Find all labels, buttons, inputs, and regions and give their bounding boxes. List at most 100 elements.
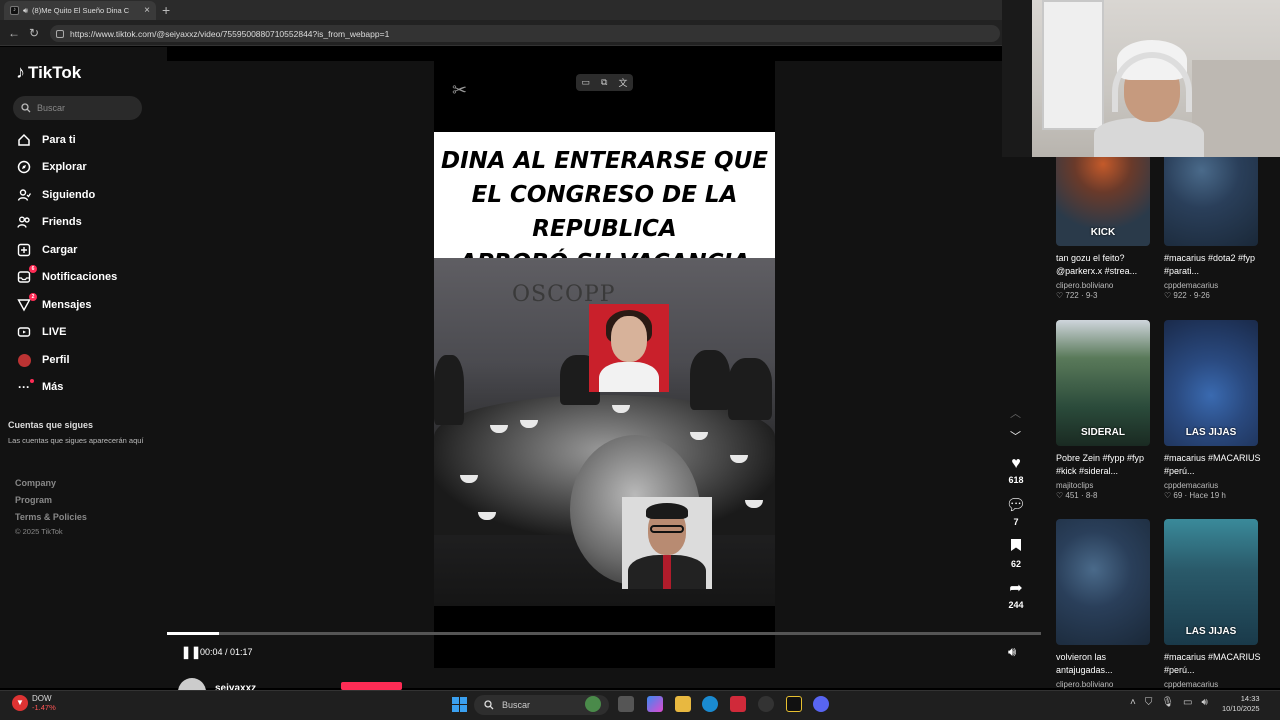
comment-icon: 💬︎ bbox=[1005, 497, 1027, 514]
speaker-icon[interactable]: 🔊︎ bbox=[1202, 697, 1208, 708]
stock-widget[interactable]: ▼ DOW -1.47% bbox=[12, 694, 56, 712]
new-tab-button[interactable]: + bbox=[162, 2, 170, 18]
recommendation-author[interactable]: clipero.boliviano bbox=[1056, 680, 1154, 689]
clock-time: 14:33 bbox=[1240, 694, 1260, 703]
screenshot-icon[interactable]: ⧉ bbox=[601, 77, 607, 88]
taskbar-clock[interactable]: 14:33 10/10/2025 bbox=[1222, 694, 1260, 714]
volume-icon[interactable]: 🔊︎ bbox=[1008, 644, 1016, 660]
recommendation-author[interactable]: cppdemacarius bbox=[1164, 281, 1262, 290]
thumbnail-label: LAS JIJAS bbox=[1185, 427, 1237, 438]
footer-link-company[interactable]: Company bbox=[15, 478, 56, 488]
follow-button[interactable] bbox=[341, 682, 402, 690]
recommendation-thumbnail[interactable]: LAS JIJAS bbox=[1164, 519, 1258, 645]
recommendation-title: #macarius #MACARIUS #perú... bbox=[1164, 453, 1261, 476]
chrome-icon[interactable] bbox=[758, 696, 774, 712]
recommendation-author[interactable]: cppdemacarius bbox=[1164, 481, 1262, 490]
discord-icon[interactable] bbox=[813, 696, 829, 712]
save-count: 62 bbox=[1010, 559, 1021, 569]
sidebar-item-siguiendo[interactable]: Siguiendo bbox=[16, 185, 95, 205]
sidebar-item-notificaciones[interactable]: 6 Notificaciones bbox=[16, 265, 117, 287]
previous-video-icon[interactable]: ︿ bbox=[1010, 405, 1021, 421]
copyright: © 2025 TikTok bbox=[15, 527, 63, 536]
meeting-attendee bbox=[434, 355, 464, 425]
live-icon bbox=[16, 324, 32, 340]
recommendation-card[interactable]: volvieron las antajugadas... clipero.boli… bbox=[1056, 651, 1154, 690]
next-video-icon[interactable]: ﹀ bbox=[1010, 428, 1021, 444]
sidebar-item-mensajes[interactable]: 2 Mensajes bbox=[16, 293, 92, 315]
task-view-icon[interactable] bbox=[618, 696, 634, 712]
site-info-icon[interactable] bbox=[56, 29, 64, 38]
taskbar bbox=[0, 690, 1280, 720]
file-explorer-icon[interactable] bbox=[675, 696, 691, 712]
translate-icon[interactable]: 文 bbox=[618, 76, 627, 89]
progress-track[interactable] bbox=[167, 632, 1041, 635]
share-count: 244 bbox=[1008, 600, 1024, 610]
url-text: https://www.tiktok.com/@seiyaxxz/video/7… bbox=[70, 28, 390, 39]
chevron-up-icon[interactable]: ˄ bbox=[1130, 697, 1136, 708]
edge-icon[interactable] bbox=[702, 696, 718, 712]
recommendation-card[interactable]: #macarius #MACARIUS #perú... cppdemacariu… bbox=[1164, 651, 1262, 690]
sidebar-item-explorar[interactable]: Explorar bbox=[16, 157, 87, 177]
recommendation-author[interactable]: majitoclips bbox=[1056, 481, 1154, 490]
video-time: 00:04 / 01:17 bbox=[200, 647, 253, 657]
recommendation-author[interactable]: cppdemacarius bbox=[1164, 680, 1262, 689]
search-input[interactable]: Buscar bbox=[13, 96, 142, 120]
recommendation-meta: ♡ 69 · Hace 19 h bbox=[1164, 491, 1226, 500]
share-button[interactable]: ➦ 244 bbox=[1003, 580, 1029, 610]
recommendation-card[interactable]: #macarius #MACARIUS #perú... cppdemacariu… bbox=[1164, 452, 1262, 500]
back-icon[interactable]: ← bbox=[8, 26, 20, 40]
upload-icon bbox=[16, 242, 32, 258]
recommendation-card[interactable]: #macarius #dota2 #fyp #parati... cppdemac… bbox=[1164, 252, 1262, 300]
close-tab-icon[interactable]: × bbox=[144, 5, 150, 16]
address-bar[interactable]: https://www.tiktok.com/@seiyaxxz/video/7… bbox=[50, 25, 1000, 42]
sidebar-item-label: Friends bbox=[42, 216, 82, 228]
caption-line: DINA AL ENTERARSE QUE bbox=[441, 148, 768, 174]
pip-icon[interactable]: ▭ bbox=[582, 77, 591, 88]
footer-link-program[interactable]: Program bbox=[15, 495, 52, 505]
video-overlay-controls[interactable]: ▭ ⧉ 文 bbox=[576, 74, 633, 91]
sidebar-item-perfil[interactable]: Perfil bbox=[16, 350, 70, 370]
sidebar-item-live[interactable]: LIVE bbox=[16, 322, 66, 342]
network-icon[interactable]: ▭ bbox=[1183, 697, 1192, 708]
stock-name: DOW bbox=[32, 694, 52, 703]
recommendation-thumbnail[interactable] bbox=[1056, 519, 1150, 645]
sidebar-item-cargar[interactable]: Cargar bbox=[16, 240, 77, 260]
reload-icon[interactable]: ↻ bbox=[29, 26, 39, 40]
start-button[interactable] bbox=[452, 697, 467, 712]
comment-button[interactable]: 💬︎ 7 bbox=[1003, 497, 1029, 527]
tiktok-favicon-icon: ♪ bbox=[10, 6, 19, 15]
recommendation-thumbnail[interactable]: LAS JIJAS bbox=[1164, 320, 1258, 446]
pause-icon[interactable]: ❚❚ bbox=[181, 645, 201, 659]
sidebar-item-mas[interactable]: ··· Más bbox=[16, 377, 63, 397]
recommendation-card[interactable]: Pobre Zein #fypp #fyp #kick #sideral... m… bbox=[1056, 452, 1154, 500]
stock-change: -1.47% bbox=[32, 703, 56, 712]
recommendation-author[interactable]: clipero.boliviano bbox=[1056, 281, 1154, 290]
save-button[interactable]: 62 bbox=[1003, 538, 1029, 569]
app-icon-m[interactable] bbox=[786, 696, 802, 712]
progress-fill bbox=[167, 632, 219, 635]
weather-app-icon[interactable] bbox=[585, 696, 601, 712]
tiktok-note-icon: ♪ bbox=[16, 62, 25, 82]
shield-icon[interactable]: ⛉ bbox=[1145, 697, 1153, 708]
like-button[interactable]: ♥ 618 bbox=[1003, 455, 1029, 485]
bookmark-icon bbox=[1003, 538, 1029, 557]
browser-tab[interactable]: ♪ 🔊︎ (8)Me Quito El Sueño Dina C × bbox=[4, 1, 156, 20]
following-section-note: Las cuentas que sigues aparecerán aquí bbox=[8, 436, 144, 445]
sidebar-item-para-ti[interactable]: Para ti bbox=[16, 130, 76, 150]
recommendation-card[interactable]: tan gozu el feito? @parkerx.x #strea... c… bbox=[1056, 252, 1154, 300]
speaker-icon[interactable]: 🔊︎ bbox=[23, 6, 28, 16]
tiktok-logo[interactable]: ♪ TikTok bbox=[16, 62, 81, 83]
copilot-icon[interactable] bbox=[647, 696, 663, 712]
system-tray[interactable]: ˄ ⛉ 🎙︎ ▭ 🔊︎ bbox=[1130, 697, 1208, 708]
recommendation-title: volvieron las antajugadas... bbox=[1056, 652, 1113, 675]
recommendation-thumbnail[interactable]: SIDERAL bbox=[1056, 320, 1150, 446]
stock-icon: ▼ bbox=[12, 695, 28, 711]
inbox-icon: 6 bbox=[16, 265, 37, 285]
avatar-icon bbox=[16, 352, 32, 368]
footer-link-terms[interactable]: Terms & Policies bbox=[15, 512, 87, 522]
capcut-watermark-icon: ✂︎ bbox=[452, 80, 468, 100]
sidebar-item-friends[interactable]: Friends bbox=[16, 212, 82, 232]
following-icon bbox=[16, 187, 32, 203]
mic-icon[interactable]: 🎙︎ bbox=[1161, 697, 1174, 708]
app-icon-red[interactable] bbox=[730, 696, 746, 712]
